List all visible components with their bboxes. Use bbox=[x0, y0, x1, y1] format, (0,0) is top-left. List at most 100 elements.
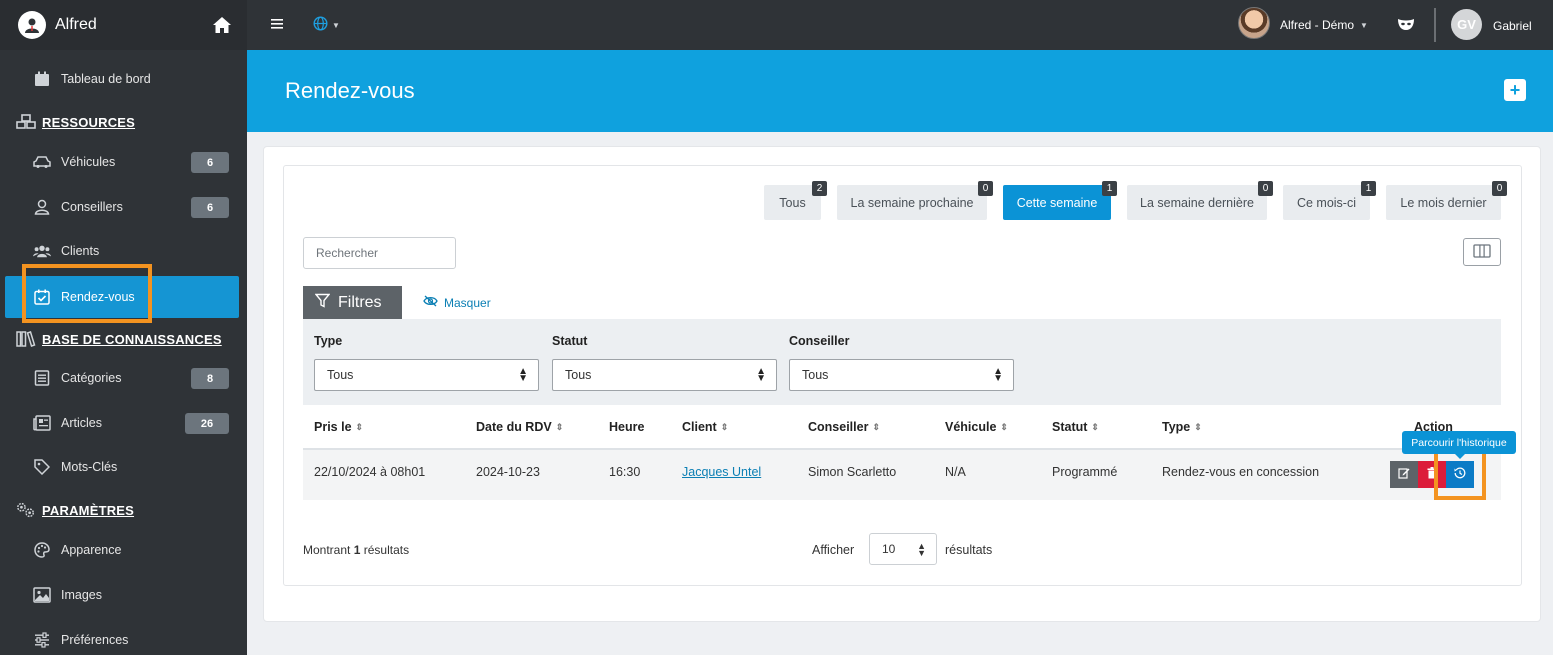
home-icon[interactable] bbox=[212, 16, 232, 34]
column-label: Statut bbox=[1052, 420, 1088, 434]
client-link[interactable]: Jacques Untel bbox=[682, 465, 761, 479]
section-parametres: PARAMÈTRES bbox=[16, 499, 134, 521]
column-header-vehicle[interactable]: Véhicule ⇕ bbox=[945, 420, 1008, 434]
select-arrows-icon: ▲ ▼ bbox=[756, 366, 766, 384]
column-label: Heure bbox=[609, 420, 645, 434]
columns-icon bbox=[1473, 243, 1491, 261]
filters-tab[interactable]: Filtres bbox=[303, 286, 402, 319]
language-menu[interactable]: ▼ bbox=[313, 16, 340, 34]
column-header-advisor[interactable]: Conseiller ⇕ bbox=[808, 420, 880, 434]
column-label: Date du RDV bbox=[476, 420, 552, 434]
period-label: Tous bbox=[779, 195, 806, 210]
globe-icon bbox=[313, 16, 328, 34]
sidebar: Alfred Tableau de bord RESSOURCES Véhicu… bbox=[0, 0, 247, 655]
search-input[interactable] bbox=[303, 237, 456, 269]
section-label: BASE DE CONNAISSANCES bbox=[42, 331, 222, 347]
sort-icon: ⇕ bbox=[355, 421, 364, 432]
sidebar-item-images[interactable]: Images bbox=[5, 574, 239, 616]
period-count-badge: 1 bbox=[1102, 181, 1117, 196]
period-filter-last-month[interactable]: Le mois dernier 0 bbox=[1386, 181, 1507, 220]
calendar-icon bbox=[33, 70, 51, 88]
period-label: La semaine dernière bbox=[1140, 195, 1254, 210]
period-filter-all[interactable]: Tous 2 bbox=[764, 181, 827, 220]
cell-advisor: Simon Scarletto bbox=[808, 465, 897, 479]
sidebar-item-conseillers[interactable]: Conseillers 6 bbox=[5, 186, 239, 228]
sidebar-item-vehicules[interactable]: Véhicules 6 bbox=[5, 141, 239, 183]
account-name: Alfred - Démo bbox=[1280, 18, 1355, 32]
cell-vehicle: N/A bbox=[945, 465, 966, 479]
account-switcher[interactable]: Alfred - Démo ▼ bbox=[1280, 18, 1368, 32]
add-button[interactable]: + bbox=[1504, 79, 1526, 101]
period-count-badge: 1 bbox=[1361, 181, 1376, 196]
filter-icon bbox=[314, 293, 331, 313]
period-count-badge: 0 bbox=[1492, 181, 1507, 196]
period-filter-this-week[interactable]: Cette semaine 1 bbox=[1003, 181, 1117, 220]
column-header-appointment-date[interactable]: Date du RDV ⇕ bbox=[476, 420, 563, 434]
column-label: Pris le bbox=[314, 420, 352, 434]
sort-icon: ⇕ bbox=[1194, 421, 1202, 432]
filter-status-select[interactable]: Tous ▲ ▼ bbox=[552, 359, 777, 391]
account-avatar[interactable] bbox=[1238, 7, 1270, 39]
select-arrows-icon: ▲ ▼ bbox=[917, 541, 926, 558]
edit-button[interactable] bbox=[1390, 461, 1418, 488]
column-label: Client bbox=[682, 420, 717, 434]
cell-taken-on: 22/10/2024 à 08h01 bbox=[314, 465, 426, 479]
menu-toggle-icon[interactable] bbox=[271, 17, 285, 31]
sidebar-item-apparence[interactable]: Apparence bbox=[5, 529, 239, 571]
sort-icon: ⇕ bbox=[720, 421, 729, 432]
cubes-icon bbox=[16, 113, 36, 131]
period-filter-last-week[interactable]: La semaine dernière 0 bbox=[1127, 181, 1273, 220]
count-badge: 26 bbox=[185, 413, 229, 434]
app-name: Alfred bbox=[55, 16, 97, 33]
selected-value: Tous bbox=[565, 368, 592, 382]
highlight-box-sidebar bbox=[22, 264, 152, 323]
column-label: Type bbox=[1162, 420, 1191, 434]
sort-icon: ⇕ bbox=[1091, 421, 1099, 432]
car-icon bbox=[33, 153, 51, 171]
selected-value: 10 bbox=[882, 542, 896, 556]
sidebar-item-label: Conseillers bbox=[61, 200, 123, 214]
column-header-taken-on[interactable]: Pris le ⇕ bbox=[314, 420, 363, 434]
columns-toggle-button[interactable] bbox=[1463, 238, 1501, 266]
sidebar-item-label: Articles bbox=[61, 416, 102, 430]
column-header-status[interactable]: Statut ⇕ bbox=[1052, 420, 1099, 434]
newspaper-icon bbox=[33, 414, 51, 432]
sidebar-item-label: Véhicules bbox=[61, 155, 116, 169]
user-name[interactable]: Gabriel bbox=[1493, 19, 1532, 33]
top-bar: ▼ Alfred - Démo ▼ GV Gabriel bbox=[247, 0, 1553, 50]
selected-value: Tous bbox=[802, 368, 829, 382]
period-count-badge: 0 bbox=[1258, 181, 1273, 196]
sidebar-item-categories[interactable]: Catégories 8 bbox=[5, 357, 239, 399]
cell-time: 16:30 bbox=[609, 465, 641, 479]
column-label: Conseiller bbox=[808, 420, 869, 434]
mask-icon[interactable] bbox=[1397, 16, 1415, 34]
section-label: PARAMÈTRES bbox=[42, 502, 135, 518]
column-header-client[interactable]: Client ⇕ bbox=[682, 420, 728, 434]
sidebar-item-dashboard[interactable]: Tableau de bord bbox=[5, 58, 239, 100]
period-filter-this-month[interactable]: Ce mois-ci 1 bbox=[1283, 181, 1376, 220]
filter-type-select[interactable]: Tous ▲ ▼ bbox=[314, 359, 539, 391]
period-label: Ce mois-ci bbox=[1296, 195, 1357, 210]
sidebar-item-articles[interactable]: Articles 26 bbox=[5, 402, 239, 444]
sidebar-item-mots-cles[interactable]: Mots-Clés bbox=[5, 446, 239, 488]
brand[interactable]: Alfred bbox=[0, 0, 247, 50]
sidebar-item-preferences[interactable]: Préférences bbox=[5, 619, 239, 655]
section-base-connaissances: BASE DE CONNAISSANCES bbox=[16, 328, 222, 350]
period-label: Cette semaine bbox=[1016, 195, 1098, 210]
history-tooltip: Parcourir l'historique bbox=[1402, 431, 1516, 454]
user-avatar[interactable]: GV bbox=[1451, 9, 1482, 40]
hide-filters-link[interactable]: Masquer bbox=[423, 295, 491, 310]
plus-icon: + bbox=[1509, 80, 1521, 100]
gears-icon bbox=[16, 501, 36, 519]
filter-advisor-select[interactable]: Tous ▲ ▼ bbox=[789, 359, 1014, 391]
per-page-select[interactable]: 10 ▲ ▼ bbox=[869, 533, 937, 565]
period-count-badge: 0 bbox=[978, 181, 993, 196]
sidebar-item-label: Images bbox=[61, 588, 102, 602]
results-suffix: résultats bbox=[363, 543, 410, 557]
cell-status: Programmé bbox=[1052, 465, 1118, 479]
books-icon bbox=[16, 330, 36, 348]
period-count-badge: 2 bbox=[812, 181, 827, 196]
period-filter-next-week[interactable]: La semaine prochaine 0 bbox=[837, 181, 993, 220]
cell-type: Rendez-vous en concession bbox=[1162, 465, 1320, 479]
column-header-type[interactable]: Type ⇕ bbox=[1162, 420, 1202, 434]
